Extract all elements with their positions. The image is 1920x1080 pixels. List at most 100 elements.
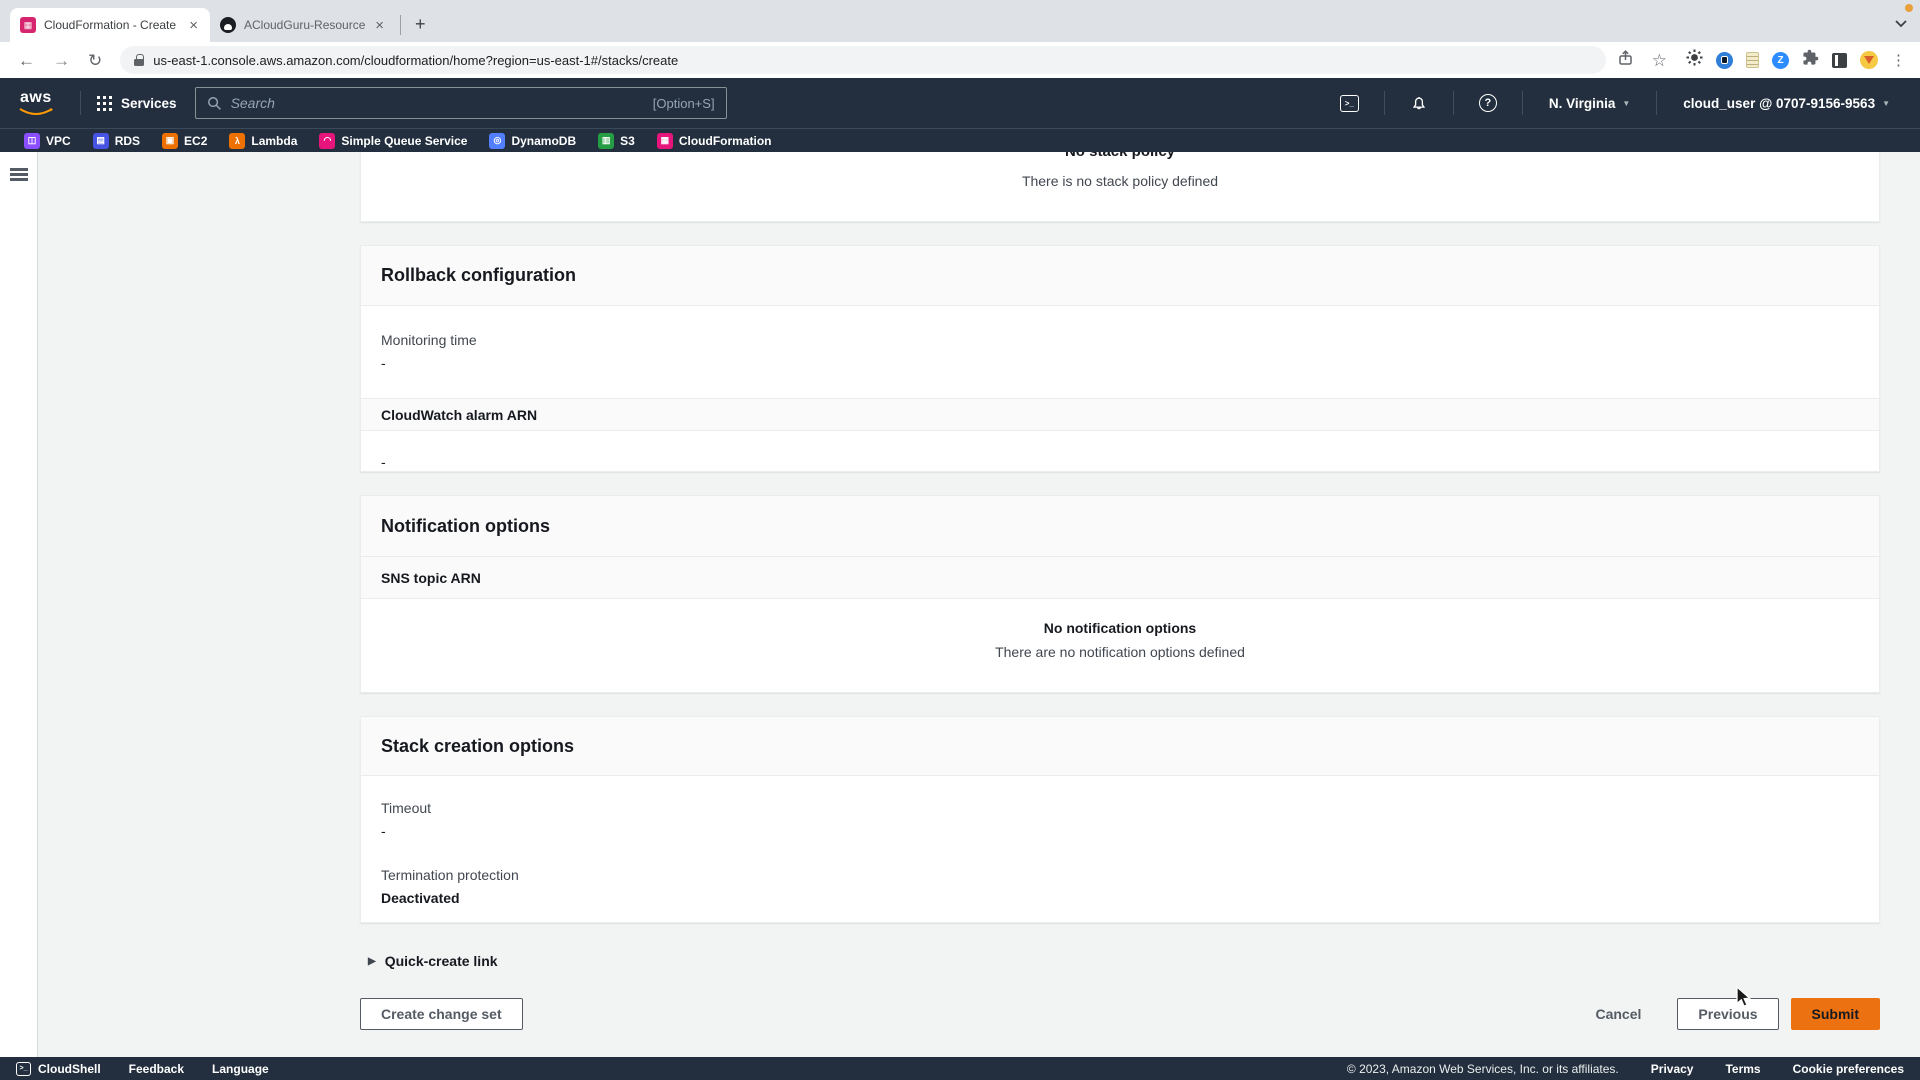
submit-button[interactable]: Submit [1791, 998, 1880, 1030]
monitoring-time-value: - [381, 355, 1859, 371]
close-tab-icon[interactable]: × [187, 18, 200, 33]
mouse-cursor [1735, 986, 1755, 1013]
expand-triangle-icon: ▶ [368, 956, 376, 967]
language-link[interactable]: Language [212, 1062, 269, 1076]
review-panel: No stack policy There is no stack policy… [360, 152, 1880, 1057]
tab-search-chevron-icon[interactable] [1895, 15, 1907, 33]
sns-topic-arn-label: SNS topic ARN [361, 557, 1879, 599]
account-menu[interactable]: cloud_user @ 0707-9156-9563 ▼ [1669, 96, 1904, 111]
quick-create-link-toggle[interactable]: ▶ Quick-create link [368, 953, 498, 969]
new-tab-button[interactable]: + [405, 14, 436, 35]
browser-menu-icon[interactable]: ⋮ [1891, 51, 1906, 69]
search-shortcut-hint: [Option+S] [653, 96, 715, 111]
favorite-cloudformation[interactable]: ▦CloudFormation [646, 133, 783, 149]
services-grid-icon [97, 96, 112, 111]
tab-title: ACloudGuru-Resources/Cours [244, 18, 365, 32]
ec2-icon: ▣ [162, 133, 178, 149]
aws-footer: >_ CloudShell Feedback Language © 2023, … [0, 1057, 1920, 1080]
cookie-preferences-link[interactable]: Cookie preferences [1793, 1062, 1904, 1076]
aws-navbar-right: >_ ? N. Virginia ▼ cloud_user @ 0707-915… [1327, 91, 1904, 115]
section-title: Stack creation options [381, 736, 574, 757]
section-title: Rollback configuration [381, 265, 576, 286]
aws-logo[interactable]: aws [16, 89, 56, 117]
extension-adguard-icon[interactable] [1716, 52, 1733, 69]
aws-navbar: aws Services Search [Option+S] >_ ? N. V… [0, 78, 1920, 128]
copyright-text: © 2023, Amazon Web Services, Inc. or its… [1347, 1062, 1619, 1076]
bookmark-star-icon[interactable]: ☆ [1646, 52, 1673, 69]
favorite-s3[interactable]: ▥S3 [587, 133, 646, 149]
browser-window: ▦ CloudFormation - Create Stack × ACloud… [0, 0, 1920, 1080]
browser-toolbar: ← → ↻ us-east-1.console.aws.amazon.com/c… [0, 42, 1920, 78]
cloudformation-icon: ▦ [657, 133, 673, 149]
favorite-vpc[interactable]: ◫VPC [13, 133, 82, 149]
toolbar-extensions: ☆ Z ⋮ [1618, 49, 1908, 71]
back-icon[interactable]: ← [12, 52, 41, 69]
extension-gear-icon[interactable] [1686, 49, 1703, 71]
cloudwatch-alarm-arn-value: - [381, 454, 1859, 470]
favorite-lambda[interactable]: λLambda [218, 133, 308, 149]
aws-search-input[interactable]: Search [Option+S] [195, 87, 727, 119]
cloudshell-terminal-icon: >_ [16, 1062, 31, 1076]
extensions-puzzle-icon[interactable] [1802, 49, 1819, 71]
terms-link[interactable]: Terms [1725, 1062, 1760, 1076]
nav-separator [80, 91, 81, 115]
tab-title: CloudFormation - Create Stack [44, 18, 179, 32]
tab-cloudformation[interactable]: ▦ CloudFormation - Create Stack × [10, 8, 210, 42]
stack-policy-section: No stack policy There is no stack policy… [360, 152, 1880, 222]
notifications-bell-icon[interactable] [1397, 94, 1441, 112]
services-menu-button[interactable]: Services [93, 96, 181, 111]
forward-icon[interactable]: → [47, 52, 76, 69]
stack-policy-empty-title: No stack policy [361, 152, 1879, 160]
url-text: us-east-1.console.aws.amazon.com/cloudfo… [153, 53, 678, 68]
page-content: No stack policy There is no stack policy… [0, 152, 1920, 1057]
cloudshell-footer-button[interactable]: >_ CloudShell [16, 1062, 101, 1076]
nav-separator [1453, 91, 1454, 115]
section-header: Notification options [361, 496, 1879, 557]
s3-icon: ▥ [598, 133, 614, 149]
section-title: Notification options [381, 516, 550, 537]
nav-separator [1656, 91, 1657, 115]
timeout-value: - [381, 823, 1859, 839]
cancel-button[interactable]: Cancel [1575, 998, 1661, 1030]
rds-icon: ▤ [93, 133, 109, 149]
extension-split-screen-icon[interactable] [1832, 53, 1847, 68]
close-tab-icon[interactable]: × [373, 18, 386, 33]
cloudshell-terminal-icon[interactable]: >_ [1327, 95, 1372, 112]
reload-icon[interactable]: ↻ [82, 52, 108, 69]
privacy-link[interactable]: Privacy [1651, 1062, 1694, 1076]
favorite-rds[interactable]: ▤RDS [82, 133, 151, 149]
tab-github[interactable]: ACloudGuru-Resources/Cours × [210, 8, 396, 42]
share-icon[interactable] [1618, 50, 1633, 71]
nav-separator [1384, 91, 1385, 115]
quick-create-link-label: Quick-create link [385, 953, 498, 969]
chevron-down-icon: ▼ [1882, 99, 1890, 108]
help-icon[interactable]: ? [1466, 94, 1510, 112]
search-placeholder: Search [231, 95, 644, 111]
extension-z-icon[interactable]: Z [1772, 52, 1789, 69]
termination-protection-value: Deactivated [381, 890, 1859, 906]
notification-options-section: Notification options SNS topic ARN No no… [360, 495, 1880, 693]
cloudwatch-alarm-arn-label: CloudWatch alarm ARN [361, 398, 1879, 431]
lambda-icon: λ [229, 133, 245, 149]
url-bar[interactable]: us-east-1.console.aws.amazon.com/cloudfo… [120, 46, 1606, 74]
feedback-link[interactable]: Feedback [129, 1062, 184, 1076]
left-sidebar [0, 152, 38, 1057]
dynamodb-icon: ◎ [489, 133, 505, 149]
hamburger-menu-icon[interactable] [10, 168, 28, 171]
stack-creation-options-section: Stack creation options Timeout - Termina… [360, 716, 1880, 923]
browser-update-dot [1905, 4, 1913, 12]
previous-button[interactable]: Previous [1677, 998, 1778, 1030]
lock-icon [134, 54, 144, 66]
section-header: Rollback configuration [361, 246, 1879, 306]
favorite-dynamodb[interactable]: ◎DynamoDB [478, 133, 587, 149]
favorite-sqs[interactable]: ◠Simple Queue Service [308, 133, 478, 149]
create-change-set-button[interactable]: Create change set [360, 998, 523, 1030]
tab-divider [400, 15, 401, 35]
region-selector[interactable]: N. Virginia ▼ [1535, 96, 1644, 111]
extension-notes-icon[interactable] [1746, 52, 1759, 68]
search-icon [207, 96, 222, 111]
aws-favorites-bar: ◫VPC ▤RDS ▣EC2 λLambda ◠Simple Queue Ser… [0, 128, 1920, 152]
vpc-icon: ◫ [24, 133, 40, 149]
favorite-ec2[interactable]: ▣EC2 [151, 133, 218, 149]
extension-fox-icon[interactable] [1860, 51, 1878, 69]
